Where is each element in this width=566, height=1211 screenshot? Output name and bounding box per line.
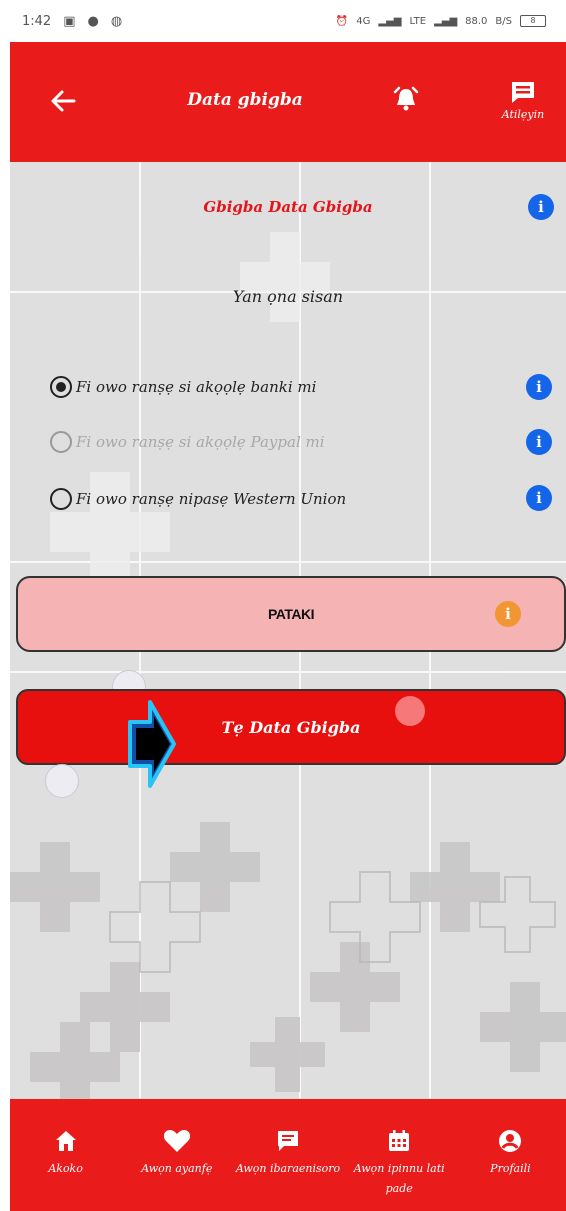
screenshot-icon: ▣ bbox=[63, 13, 76, 29]
radio-option-western-union[interactable]: Fi owo ranṣẹ nipasẹ Western Union bbox=[50, 484, 346, 514]
nav-item-favorites[interactable]: Awọn ayanfẹ bbox=[121, 1099, 232, 1211]
radio-button[interactable] bbox=[50, 431, 72, 453]
radio-label: Fi owo ranṣẹ si akọọlẹ banki mi bbox=[76, 378, 317, 396]
signal-icon: ▂▄▆ bbox=[378, 15, 402, 27]
info-glyph: i bbox=[538, 198, 544, 216]
status-bar: 1:42 ▣ ● ◍ ⏰ 4G ▂▄▆ LTE ▂▄▆ 88.0 B/S 8 bbox=[0, 0, 566, 42]
calendar-icon bbox=[389, 1130, 410, 1151]
network-label: 4G bbox=[356, 15, 371, 27]
submit-label: Tẹ Data Gbigba bbox=[221, 717, 361, 737]
submit-data-button[interactable]: Tẹ Data Gbigba bbox=[16, 689, 566, 765]
heart-icon bbox=[163, 1130, 190, 1152]
alarm-bell-icon bbox=[393, 86, 419, 111]
nav-label: Profaili bbox=[490, 1162, 531, 1175]
app-screen: Data gbigba Atilẹyin Gbigba Data Gbigba … bbox=[10, 42, 566, 1211]
support-button[interactable]: Atilẹyin bbox=[488, 80, 558, 140]
warning-info-icon[interactable]: i bbox=[495, 601, 521, 627]
alarm-status-icon: ⏰ bbox=[335, 15, 349, 27]
radio-label: Fi owo ranṣẹ nipasẹ Western Union bbox=[76, 490, 347, 508]
info-glyph: i bbox=[505, 605, 511, 623]
nav-item-interactions[interactable]: Awọn ibaraenisoro bbox=[232, 1099, 343, 1211]
info-icon[interactable]: i bbox=[528, 194, 554, 220]
chat-notification-icon: ● bbox=[87, 13, 99, 29]
speed-value: 88.0 bbox=[465, 15, 488, 27]
profile-icon bbox=[499, 1130, 522, 1152]
arrow-left-icon bbox=[51, 90, 76, 112]
battery-level: 8 bbox=[530, 16, 536, 25]
lte-label: LTE bbox=[409, 15, 427, 27]
radio-option-bank[interactable]: Fi owo ranṣẹ si akọọlẹ banki mi bbox=[50, 372, 316, 402]
signal-icon-2: ▂▄▆ bbox=[434, 15, 458, 27]
radio-option-paypal[interactable]: Fi owo ranṣẹ si akọọlẹ Paypal mi bbox=[50, 427, 325, 457]
touch-indicator bbox=[45, 764, 79, 798]
nav-item-home[interactable]: Akoko bbox=[10, 1099, 121, 1211]
radio-button[interactable] bbox=[50, 488, 72, 510]
info-icon[interactable]: i bbox=[526, 429, 552, 455]
nav-label: Akoko bbox=[48, 1162, 83, 1175]
back-button[interactable] bbox=[48, 86, 78, 116]
radio-button[interactable] bbox=[50, 376, 72, 398]
alarm-button[interactable] bbox=[391, 84, 421, 114]
status-left: 1:42 ▣ ● ◍ bbox=[22, 14, 122, 29]
speed-unit: B/S bbox=[495, 15, 512, 27]
notification-icon: ◍ bbox=[110, 13, 123, 29]
pataki-button[interactable]: PATAKI bbox=[16, 576, 566, 652]
nav-item-profile[interactable]: Profaili bbox=[455, 1099, 566, 1211]
app-header: Data gbigba Atilẹyin bbox=[10, 42, 566, 162]
chat-icon bbox=[278, 1131, 298, 1151]
status-time: 1:42 bbox=[22, 13, 52, 29]
payment-method-subtitle: Yan ọna sisan bbox=[232, 287, 344, 306]
battery-icon: 8 bbox=[520, 15, 546, 27]
info-glyph: i bbox=[536, 433, 542, 451]
pataki-label: PATAKI bbox=[268, 606, 315, 622]
status-right: ⏰ 4G ▂▄▆ LTE ▂▄▆ 88.0 B/S 8 bbox=[336, 15, 546, 27]
nav-label: Awọn ibaraenisoro bbox=[235, 1162, 341, 1175]
nav-label: Awọn ayanfẹ bbox=[141, 1162, 213, 1175]
touch-indicator bbox=[395, 696, 425, 726]
nav-label: Awọn ipinnu lati pade bbox=[353, 1162, 445, 1195]
radio-label: Fi owo ranṣẹ si akọọlẹ Paypal mi bbox=[76, 433, 325, 451]
bottom-navigation: Akoko Awọn ayanfẹ Awọn ibaraenisoro Awọn… bbox=[10, 1099, 566, 1211]
info-glyph: i bbox=[536, 378, 542, 396]
section-title: Gbigba Data Gbigba bbox=[203, 198, 373, 216]
info-glyph: i bbox=[536, 489, 542, 507]
arrow-pointer-icon bbox=[128, 700, 176, 788]
support-label: Atilẹyin bbox=[501, 108, 545, 121]
message-icon bbox=[512, 82, 534, 103]
page-title: Data gbigba bbox=[187, 90, 303, 110]
radio-selected-dot bbox=[56, 382, 66, 392]
home-icon bbox=[55, 1131, 76, 1151]
info-icon[interactable]: i bbox=[526, 374, 552, 400]
info-icon[interactable]: i bbox=[526, 485, 552, 511]
nav-item-appointments[interactable]: Awọn ipinnu lati pade bbox=[344, 1099, 455, 1211]
